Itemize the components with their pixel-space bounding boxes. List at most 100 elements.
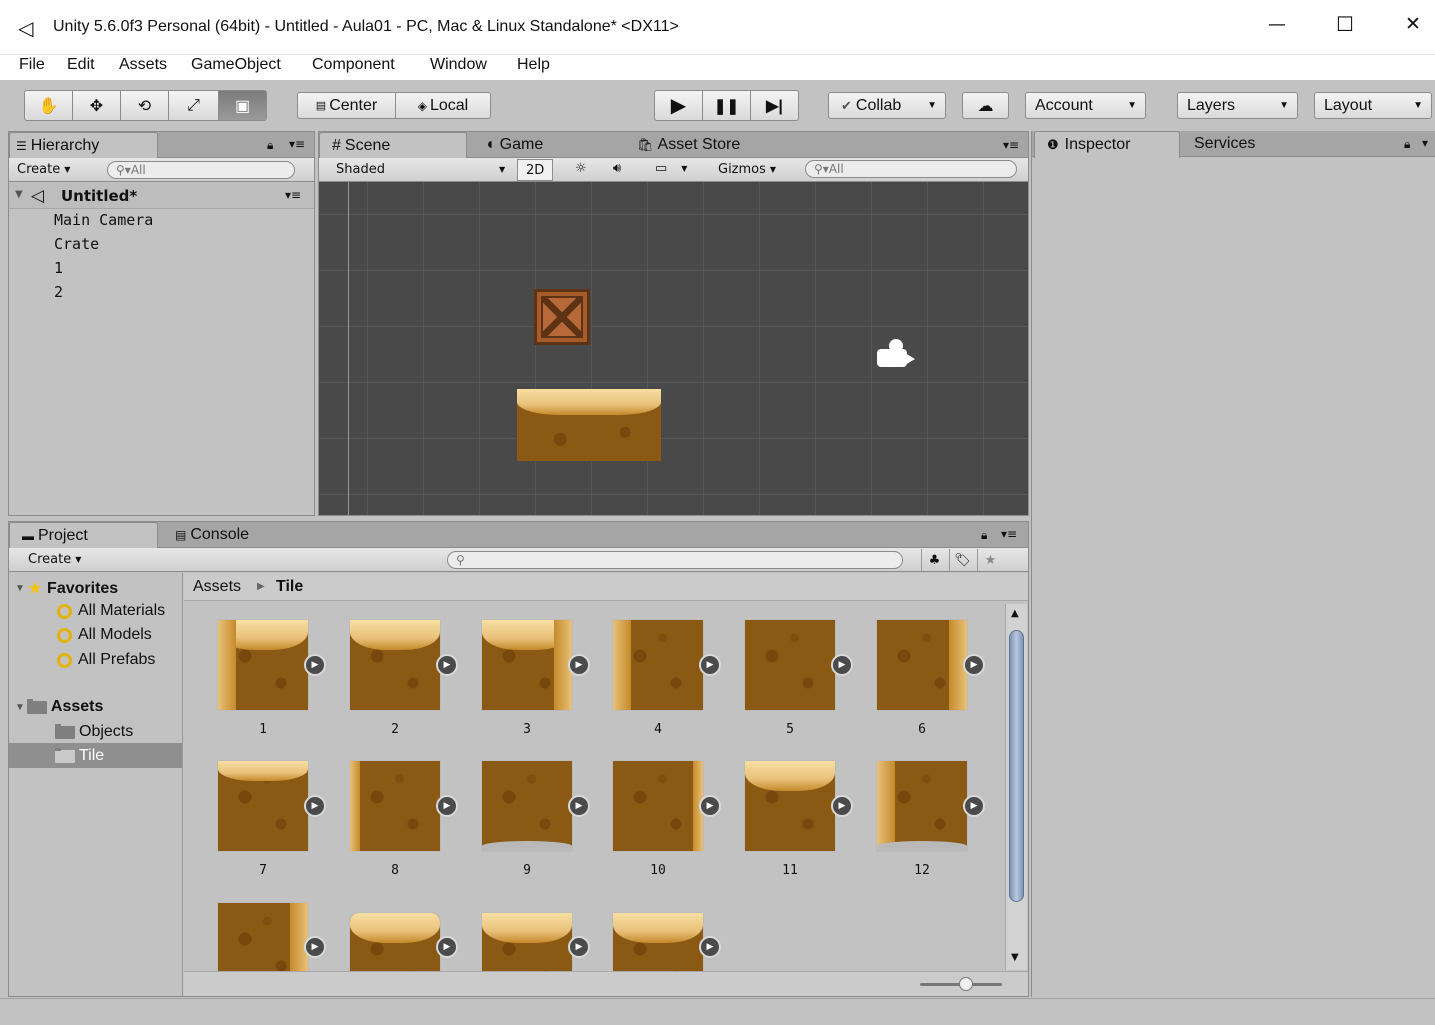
tile-asset[interactable] bbox=[217, 902, 309, 972]
asset-grid-scrollbar[interactable]: ▲ ▼ bbox=[1005, 604, 1027, 970]
tile-asset[interactable] bbox=[481, 912, 573, 972]
tile-asset[interactable] bbox=[876, 619, 968, 711]
hierarchy-item[interactable]: Main Camera bbox=[54, 211, 153, 229]
favorite-item[interactable]: All Models bbox=[57, 626, 152, 644]
effects-dropdown[interactable]: ▭ ▼ bbox=[655, 161, 687, 176]
tile-asset[interactable] bbox=[612, 912, 704, 972]
maximize-button[interactable]: ☐ bbox=[1336, 12, 1354, 36]
selected-folder-row[interactable]: Tile bbox=[9, 743, 182, 768]
filter-label-button[interactable]: 🏷︎ bbox=[949, 549, 975, 571]
zoom-slider-thumb[interactable] bbox=[959, 977, 973, 991]
collab-dropdown[interactable]: ✔ Collab ▼ bbox=[828, 92, 946, 119]
tab-inspector[interactable]: ❶ Inspector bbox=[1034, 131, 1180, 158]
favorite-button[interactable]: ★ bbox=[977, 549, 1003, 571]
ground-tile-sprite[interactable] bbox=[517, 389, 661, 461]
scene-row[interactable]: ▼ ◁ Untitled* ▾≡ bbox=[9, 183, 314, 209]
hierarchy-search-input[interactable]: ⚲▾All bbox=[107, 161, 295, 179]
favorite-item[interactable]: All Materials bbox=[57, 602, 165, 620]
tab-console[interactable]: ▤ Console bbox=[175, 522, 249, 548]
menu-window[interactable]: Window bbox=[430, 56, 487, 74]
account-dropdown[interactable]: Account ▼ bbox=[1025, 92, 1146, 119]
expand-icon[interactable]: ▶ bbox=[963, 654, 985, 676]
favorite-item[interactable]: All Prefabs bbox=[57, 651, 155, 669]
expand-icon[interactable]: ▶ bbox=[304, 654, 326, 676]
expand-icon[interactable]: ▶ bbox=[436, 795, 458, 817]
lighting-toggle[interactable]: ☼ bbox=[575, 161, 587, 176]
local-button[interactable]: ◈ Local bbox=[396, 93, 490, 118]
lock-icon[interactable]: 🔒︎ bbox=[981, 528, 987, 543]
scene-search-input[interactable]: ⚲▾All bbox=[805, 160, 1017, 178]
tile-asset[interactable] bbox=[612, 619, 704, 711]
step-button[interactable]: ▶| bbox=[751, 91, 798, 120]
tile-asset[interactable] bbox=[349, 912, 441, 972]
rotate-tool-button[interactable]: ⟲ bbox=[121, 91, 169, 120]
audio-toggle[interactable]: 🔊︎ bbox=[613, 161, 621, 176]
hierarchy-item[interactable]: 1 bbox=[54, 259, 63, 277]
2d-toggle[interactable]: 2D bbox=[517, 159, 554, 181]
tile-asset[interactable] bbox=[349, 760, 441, 852]
breadcrumb-tile[interactable]: Tile bbox=[276, 578, 303, 596]
tab-project[interactable]: ▬ Project bbox=[9, 522, 158, 549]
tab-scene[interactable]: # Scene bbox=[319, 132, 467, 159]
menu-edit[interactable]: Edit bbox=[67, 56, 95, 74]
expand-icon[interactable]: ▶ bbox=[963, 795, 985, 817]
play-button[interactable]: ▶ bbox=[655, 91, 703, 120]
folder-item[interactable]: Objects bbox=[55, 723, 133, 741]
tile-asset[interactable] bbox=[744, 760, 836, 852]
menu-component[interactable]: Component bbox=[312, 56, 395, 74]
panel-menu-icon[interactable]: ▾ bbox=[1422, 136, 1428, 150]
scale-tool-button[interactable]: ⤢ bbox=[169, 91, 219, 120]
tile-asset[interactable] bbox=[612, 760, 704, 852]
expand-icon[interactable]: ▶ bbox=[436, 654, 458, 676]
lock-icon[interactable]: 🔒︎ bbox=[267, 138, 273, 153]
panel-menu-icon[interactable]: ▾≡ bbox=[1001, 527, 1017, 541]
assets-row[interactable]: ▼ Assets bbox=[15, 698, 103, 716]
expand-icon[interactable]: ▶ bbox=[304, 795, 326, 817]
expand-icon[interactable]: ▶ bbox=[831, 795, 853, 817]
crate-sprite[interactable] bbox=[534, 289, 590, 345]
panel-menu-icon[interactable]: ▾≡ bbox=[1003, 138, 1019, 152]
expand-icon[interactable]: ▶ bbox=[304, 936, 326, 958]
tab-hierarchy[interactable]: ☰ Hierarchy bbox=[9, 132, 158, 159]
tile-asset[interactable] bbox=[481, 760, 573, 852]
foldout-arrow-icon[interactable]: ▼ bbox=[15, 189, 23, 200]
shading-dropdown[interactable]: Shaded ▼ bbox=[336, 162, 508, 177]
tile-asset[interactable] bbox=[349, 619, 441, 711]
tab-asset-store[interactable]: 🛍︎ Asset Store bbox=[637, 132, 740, 158]
expand-icon[interactable]: ▶ bbox=[436, 936, 458, 958]
scroll-up-icon[interactable]: ▲ bbox=[1011, 608, 1019, 619]
tile-asset[interactable] bbox=[217, 619, 309, 711]
expand-icon[interactable]: ▶ bbox=[699, 936, 721, 958]
hierarchy-item[interactable]: Crate bbox=[54, 235, 99, 253]
tile-asset[interactable] bbox=[217, 760, 309, 852]
expand-icon[interactable]: ▶ bbox=[568, 654, 590, 676]
project-search-input[interactable]: ⚲ bbox=[447, 551, 903, 569]
tile-asset[interactable] bbox=[744, 619, 836, 711]
pause-button[interactable]: ❚❚ bbox=[703, 91, 751, 120]
expand-icon[interactable]: ▶ bbox=[568, 936, 590, 958]
move-tool-button[interactable]: ✥ bbox=[73, 91, 121, 120]
rect-tool-button[interactable]: ▣ bbox=[219, 91, 266, 120]
menu-assets[interactable]: Assets bbox=[119, 56, 167, 74]
menu-file[interactable]: File bbox=[19, 56, 45, 74]
scrollbar-thumb[interactable] bbox=[1009, 630, 1024, 902]
filter-type-button[interactable]: ♣ bbox=[921, 549, 947, 571]
expand-icon[interactable]: ▶ bbox=[699, 795, 721, 817]
tab-game[interactable]: ◖ Game bbox=[485, 132, 543, 158]
lock-icon[interactable]: 🔒︎ bbox=[1404, 137, 1410, 152]
expand-icon[interactable]: ▶ bbox=[831, 654, 853, 676]
gizmos-dropdown[interactable]: Gizmos ▼ bbox=[718, 162, 776, 177]
menu-gameobject[interactable]: GameObject bbox=[191, 56, 281, 74]
panel-menu-icon[interactable]: ▾≡ bbox=[289, 137, 305, 151]
create-dropdown[interactable]: Create ▼ bbox=[28, 552, 81, 567]
expand-icon[interactable]: ▶ bbox=[568, 795, 590, 817]
expand-icon[interactable]: ▶ bbox=[699, 654, 721, 676]
center-button[interactable]: ▤ Center bbox=[298, 93, 396, 118]
breadcrumb-assets[interactable]: Assets bbox=[193, 578, 241, 596]
cloud-button[interactable]: ☁ bbox=[962, 92, 1009, 119]
tile-asset[interactable] bbox=[876, 760, 968, 852]
tab-services[interactable]: Services bbox=[1194, 131, 1255, 157]
favorites-row[interactable]: ▼ ★ Favorites bbox=[15, 578, 118, 599]
scene-menu-icon[interactable]: ▾≡ bbox=[285, 188, 301, 202]
hand-tool-button[interactable]: ✋ bbox=[25, 91, 73, 120]
